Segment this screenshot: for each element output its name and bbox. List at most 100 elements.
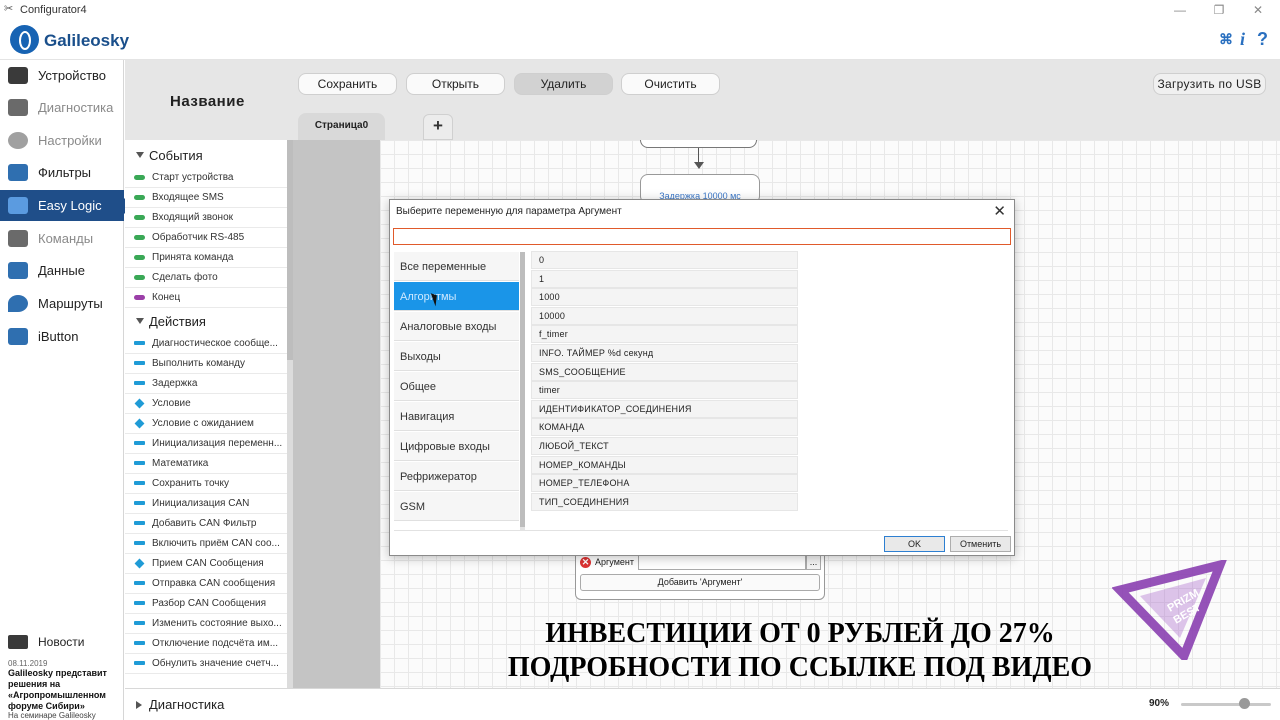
expand-icon[interactable] bbox=[136, 701, 142, 709]
block-item[interactable]: Изменить состояние выхо... bbox=[125, 614, 287, 634]
zoom-slider[interactable] bbox=[1181, 703, 1271, 706]
block-marker-icon bbox=[134, 398, 145, 409]
category-scrollbar[interactable] bbox=[520, 252, 525, 530]
block-item[interactable]: Входящее SMS bbox=[125, 188, 287, 208]
page-title: Название bbox=[170, 93, 245, 110]
canvas-margin bbox=[293, 140, 380, 688]
block-item[interactable]: Принята команда bbox=[125, 248, 287, 268]
variable-item[interactable]: НОМЕР_КОМАНДЫ bbox=[531, 455, 798, 474]
sidebar-item-filters[interactable]: Фильтры bbox=[0, 157, 124, 188]
variable-item[interactable]: 1000 bbox=[531, 288, 798, 307]
block-item[interactable]: Математика bbox=[125, 454, 287, 474]
argument-browse-button[interactable]: ... bbox=[806, 555, 821, 570]
tab-page0[interactable]: Страница0 bbox=[298, 113, 385, 140]
block-item[interactable]: Сделать фото bbox=[125, 268, 287, 288]
add-argument-button[interactable]: Добавить 'Аргумент' bbox=[580, 574, 820, 591]
block-item[interactable]: Задержка bbox=[125, 374, 287, 394]
close-window-button[interactable]: ✕ bbox=[1238, 0, 1278, 20]
block-item[interactable]: Прием CAN Сообщения bbox=[125, 554, 287, 574]
sidebar-item-ibutton[interactable]: iButton bbox=[0, 321, 124, 352]
block-item[interactable]: Обработчик RS-485 bbox=[125, 228, 287, 248]
sidebar-item-device[interactable]: Устройство bbox=[0, 60, 124, 91]
add-tab-button[interactable]: + bbox=[423, 114, 453, 140]
category-item[interactable]: Рефрижератор bbox=[394, 462, 519, 491]
diagnostics-section-toggle[interactable]: Диагностика bbox=[149, 697, 224, 712]
sidebar-item-commands[interactable]: Команды bbox=[0, 223, 124, 254]
category-item[interactable]: Навигация bbox=[394, 402, 519, 431]
variable-search-input[interactable] bbox=[393, 228, 1011, 245]
argument-field[interactable] bbox=[638, 555, 806, 570]
variable-item[interactable]: КОМАНДА bbox=[531, 418, 798, 437]
news-title[interactable]: Новости bbox=[38, 635, 84, 649]
sidebar-item-label: iButton bbox=[38, 329, 79, 344]
variable-item[interactable]: 1 bbox=[531, 269, 798, 288]
translate-icon[interactable]: ⌘ bbox=[1219, 31, 1233, 48]
sidebar-item-diagnostics[interactable]: Диагностика bbox=[0, 92, 124, 123]
block-item-label: Принята команда bbox=[152, 252, 234, 263]
block-item[interactable]: Обнулить значение счетч... bbox=[125, 654, 287, 674]
variable-item[interactable]: ТИП_СОЕДИНЕНИЯ bbox=[531, 492, 798, 511]
block-item[interactable]: Отключение подсчёта им... bbox=[125, 634, 287, 654]
block-item[interactable]: Инициализация CAN bbox=[125, 494, 287, 514]
category-item[interactable]: Общее bbox=[394, 372, 519, 401]
block-marker-icon bbox=[134, 521, 145, 525]
block-item-label: Отправка CAN сообщения bbox=[152, 578, 276, 589]
variable-item[interactable]: ИДЕНТИФИКАТОР_СОЕДИНЕНИЯ bbox=[531, 399, 798, 418]
restore-button[interactable]: ❐ bbox=[1199, 0, 1239, 20]
block-item[interactable]: Сохранить точку bbox=[125, 474, 287, 494]
sidebar-item-routes[interactable]: Маршруты bbox=[0, 288, 124, 319]
news-text[interactable]: Galileosky представит решения на «Агропр… bbox=[8, 668, 120, 712]
variable-item[interactable]: 0 bbox=[531, 251, 798, 269]
category-item[interactable]: Все переменные bbox=[394, 252, 519, 281]
block-item[interactable]: Инициализация переменн... bbox=[125, 434, 287, 454]
category-item[interactable]: Цифровые входы bbox=[394, 432, 519, 461]
argument-node[interactable]: ✕ Аргумент ... Добавить 'Аргумент' bbox=[575, 552, 825, 600]
minimize-button[interactable]: — bbox=[1160, 0, 1200, 20]
variable-item[interactable]: НОМЕР_ТЕЛЕФОНА bbox=[531, 474, 798, 493]
category-item[interactable]: Выходы bbox=[394, 342, 519, 371]
ok-button[interactable]: OK bbox=[884, 536, 945, 552]
variable-item[interactable]: 10000 bbox=[531, 306, 798, 325]
close-icon[interactable]: ✕ bbox=[993, 202, 1006, 220]
variable-item[interactable]: f_timer bbox=[531, 325, 798, 344]
help-icon[interactable]: ? bbox=[1257, 29, 1268, 50]
sidebar-item-data[interactable]: Данные bbox=[0, 255, 124, 286]
sidebar-item-settings[interactable]: Настройки bbox=[0, 125, 124, 156]
device-icon bbox=[8, 67, 28, 84]
cancel-button[interactable]: Отменить bbox=[950, 536, 1011, 552]
variable-item[interactable]: timer bbox=[531, 381, 798, 400]
block-item[interactable]: Разбор CAN Сообщения bbox=[125, 594, 287, 614]
category-item[interactable]: GSM bbox=[394, 492, 519, 521]
zoom-slider-thumb[interactable] bbox=[1239, 698, 1250, 709]
sidebar-item-easy-logic[interactable]: Easy Logic bbox=[0, 190, 132, 221]
scrollbar-thumb[interactable] bbox=[520, 252, 525, 527]
filters-icon bbox=[8, 164, 28, 181]
category-item[interactable]: Аналоговые входы bbox=[394, 312, 519, 341]
block-item[interactable]: Условие с ожиданием bbox=[125, 414, 287, 434]
block-item[interactable]: Старт устройства bbox=[125, 168, 287, 188]
variable-item[interactable]: INFO. ТАЙМЕР %d секунд bbox=[531, 344, 798, 362]
save-button[interactable]: Сохранить bbox=[298, 73, 397, 95]
variable-item[interactable]: ЛЮБОЙ_ТЕКСТ bbox=[531, 437, 798, 455]
variable-label: timer bbox=[539, 385, 560, 396]
category-item[interactable]: Алгоритмы bbox=[394, 282, 519, 311]
block-section-header[interactable]: Действия bbox=[125, 310, 287, 334]
delete-button[interactable]: Удалить bbox=[514, 73, 613, 95]
variable-item[interactable]: SMS_СООБЩЕНИЕ bbox=[531, 362, 798, 381]
block-item[interactable]: Конец bbox=[125, 288, 287, 308]
block-item[interactable]: Условие bbox=[125, 394, 287, 414]
flow-node[interactable] bbox=[640, 140, 757, 148]
info-icon[interactable]: i bbox=[1240, 29, 1245, 50]
block-item[interactable]: Входящий звонок bbox=[125, 208, 287, 228]
block-item[interactable]: Добавить CAN Фильтр bbox=[125, 514, 287, 534]
diagnostics-icon bbox=[8, 99, 28, 116]
block-item[interactable]: Выполнить команду bbox=[125, 354, 287, 374]
open-button[interactable]: Открыть bbox=[406, 73, 505, 95]
block-item[interactable]: Включить приём CAN соо... bbox=[125, 534, 287, 554]
upload-usb-button[interactable]: Загрузить по USB bbox=[1153, 73, 1266, 95]
block-item-label: Включить приём CAN соо... bbox=[152, 538, 280, 549]
block-item[interactable]: Диагностическое сообще... bbox=[125, 334, 287, 354]
block-section-header[interactable]: События bbox=[125, 144, 287, 168]
block-item[interactable]: Отправка CAN сообщения bbox=[125, 574, 287, 594]
clear-button[interactable]: Очистить bbox=[621, 73, 720, 95]
